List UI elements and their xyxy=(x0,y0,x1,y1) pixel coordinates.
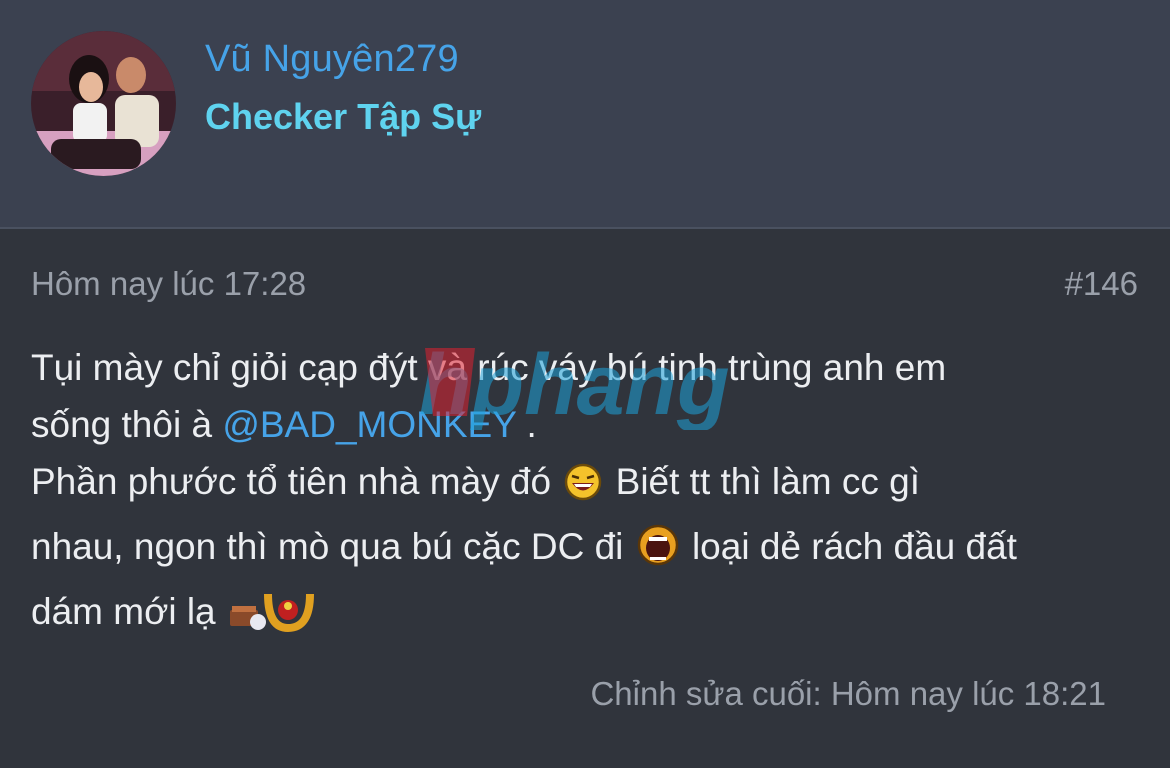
post-message: Tụi mày chỉ giỏi cạp đýt và rúc váy bú t… xyxy=(31,339,1141,648)
post-permalink[interactable]: #146 xyxy=(1065,265,1138,303)
message-line: loại dẻ rách đầu đất xyxy=(681,526,1017,567)
horseshoe-smiley-icon xyxy=(228,584,314,648)
post-body: Hôm nay lúc 17:28 #146 Tụi mày chỉ giỏi … xyxy=(0,229,1170,768)
message-line: Biết tt thì làm cc gì xyxy=(605,461,920,502)
user-mention-link[interactable]: @BAD_MONKEY xyxy=(222,404,516,445)
shouting-smiley-icon xyxy=(636,523,680,583)
message-line: Phần phước tổ tiên nhà mày đó xyxy=(31,461,552,502)
post-author-header: Vũ Nguyên279 Checker Tập Sự xyxy=(0,0,1170,229)
message-line: sống thôi à xyxy=(31,404,223,445)
username-link[interactable]: Vũ Nguyên279 xyxy=(205,38,459,81)
message-line: . xyxy=(516,404,537,445)
laughing-smiley-icon xyxy=(563,461,603,518)
avatar-image xyxy=(31,31,176,176)
message-line: dám mới lạ xyxy=(31,591,216,632)
user-rank-title: Checker Tập Sự xyxy=(205,96,482,137)
post-timestamp[interactable]: Hôm nay lúc 17:28 xyxy=(31,265,306,303)
last-edited-note: Chỉnh sửa cuối: Hôm nay lúc 18:21 xyxy=(590,675,1106,712)
message-line: Tụi mày chỉ giỏi cạp đýt và rúc váy bú t… xyxy=(31,347,947,388)
post-container: Vũ Nguyên279 Checker Tập Sự Hôm nay lúc … xyxy=(0,0,1170,768)
user-avatar[interactable] xyxy=(31,31,176,176)
message-line: nhau, ngon thì mò qua bú cặc DC đi xyxy=(31,526,624,567)
